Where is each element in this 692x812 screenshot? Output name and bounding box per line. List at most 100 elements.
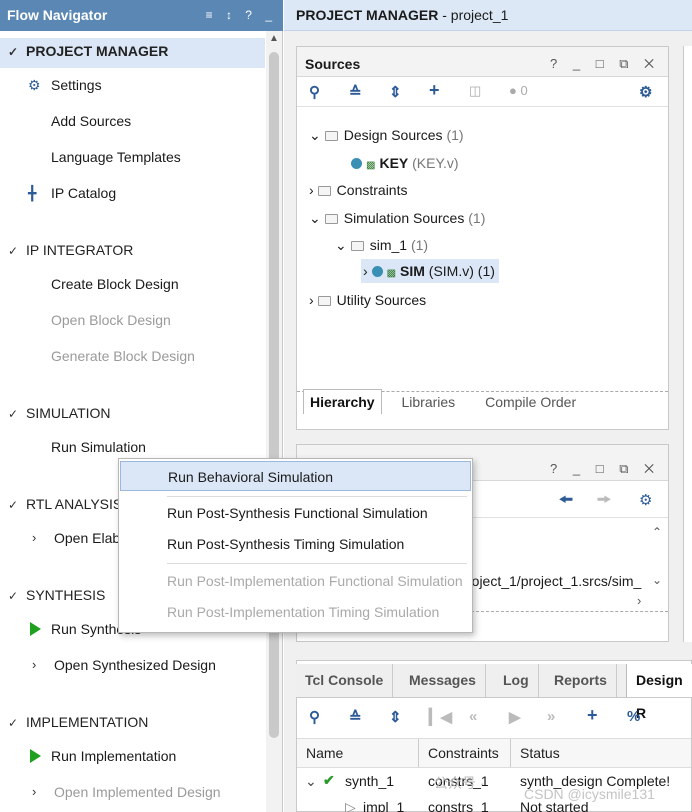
tree-count: (1) [446,127,464,143]
nav-open-elaborated-design[interactable]: Open Elab [54,530,120,546]
tab-reports[interactable]: Reports [545,664,617,697]
chevron-down-icon[interactable]: ⌄ [309,127,321,143]
section-synthesis[interactable]: ✓ SYNTHESIS [8,587,105,603]
scroll-down-icon[interactable]: ⌄ [652,573,662,587]
tab-compile-order[interactable]: Compile Order [485,394,576,410]
module-name: SIM [400,263,425,279]
chevron-down-icon: ✓ [8,407,19,421]
flow-navigator-title: Flow Navigator [7,7,108,23]
chevron-right-icon[interactable]: › [32,784,36,799]
properties-icon[interactable]: ◫ [469,83,481,99]
chevron-right-icon[interactable]: › [309,292,314,308]
tree-design-sources[interactable]: ⌄ Design Sources (1) [309,127,464,144]
section-project-manager[interactable]: ✓ PROJECT MANAGER [8,43,168,59]
section-rtl-analysis[interactable]: ✓ RTL ANALYSIS [8,496,122,512]
panel-window-controls[interactable]: ? _ □ ⧉ ✕ [550,451,660,487]
add-sources-icon[interactable]: + [429,80,440,101]
tab-log[interactable]: Log [494,664,539,697]
previous-icon[interactable]: « [469,708,477,725]
nav-open-synthesized-design[interactable]: Open Synthesized Design [54,657,216,673]
tab-libraries[interactable]: Libraries [401,394,455,410]
menu-run-post-synthesis-functional[interactable]: Run Post-Synthesis Functional Simulation [120,498,471,528]
sources-toolbar: ⚲ ≙ ⇕ + ◫ ● 0 ⚙ [297,77,668,107]
add-run-icon[interactable]: + [587,705,598,726]
tree-count: (1) [468,210,486,226]
header-title: PROJECT MANAGER [296,7,439,23]
scroll-up-icon[interactable]: ⌃ [652,525,662,539]
tab-messages[interactable]: Messages [400,664,486,697]
gear-icon[interactable]: ⚙ [639,491,652,509]
column-name[interactable]: Name [297,739,419,767]
nav-settings[interactable]: Settings [51,77,102,93]
error-status-icon: ● 0 [509,83,528,98]
folder-icon [350,241,364,251]
search-icon[interactable]: ⚲ [309,83,320,101]
menu-run-post-synthesis-timing[interactable]: Run Post-Synthesis Timing Simulation [120,529,471,559]
nav-run-implementation[interactable]: Run Implementation [51,748,176,764]
expand-all-icon[interactable]: ⇕ [389,83,402,101]
forward-arrow-icon[interactable]: 🠚 [597,489,611,516]
section-simulation[interactable]: ✓ SIMULATION [8,405,111,421]
chevron-right-icon[interactable]: ▷ [345,799,356,812]
tab-hierarchy[interactable]: Hierarchy [303,389,382,414]
tree-utility-sources[interactable]: › Utility Sources [309,292,426,308]
nav-language-templates[interactable]: Language Templates [51,149,181,165]
tab-tcl-console[interactable]: Tcl Console [296,664,394,697]
next-icon[interactable]: » [547,708,555,725]
tree-sim-1[interactable]: ⌄ sim_1 (1) [335,237,428,254]
module-file: (SIM.v) (1) [428,263,495,279]
simulation-context-menu: Run Behavioral Simulation Run Post-Synth… [118,458,473,633]
back-arrow-icon[interactable]: 🠘 [559,489,573,516]
hierarchy-icon: ▩ [366,160,376,171]
nav-run-simulation[interactable]: Run Simulation [51,439,146,455]
collapse-all-icon[interactable]: ≙ [349,708,362,726]
chevron-right-icon[interactable]: › [32,657,36,672]
chevron-down-icon[interactable]: ⌄ [335,237,347,253]
menu-run-behavioral-simulation[interactable]: Run Behavioral Simulation [120,461,471,491]
scroll-up-icon[interactable]: ▲ [269,33,279,44]
tree-label: Simulation Sources [343,210,465,226]
percent-icon[interactable]: % [627,708,640,725]
search-icon[interactable]: ⚲ [309,708,320,726]
tab-design-runs[interactable]: Design R [626,664,692,721]
nav-generate-block-design: Generate Block Design [51,348,195,364]
module-dot-icon [371,266,383,277]
section-ip-integrator[interactable]: ✓ IP INTEGRATOR [8,242,133,258]
expand-all-icon[interactable]: ⇕ [389,708,402,726]
chevron-right-icon[interactable]: › [309,182,314,198]
flow-navigator-title-bar: Flow Navigator ≡ ↕ ? _ [0,0,283,31]
chevron-right-icon[interactable]: › [363,263,368,279]
run-icon[interactable]: ▶ [509,708,521,726]
tree-sim-module[interactable]: › ▩ SIM (SIM.v) (1) [361,259,499,283]
tree-simulation-sources[interactable]: ⌄ Simulation Sources (1) [309,210,485,227]
nav-add-sources[interactable]: Add Sources [51,113,131,129]
tree-key-module[interactable]: ▩ KEY (KEY.v) [351,155,459,171]
chevron-right-icon[interactable]: › [32,530,36,545]
file-path-text: roject_1/project_1.srcs/sim_ [467,573,642,589]
section-label: SYNTHESIS [26,587,106,603]
nav-open-implemented-design: Open Implemented Design [54,784,221,800]
column-status[interactable]: Status [511,739,691,767]
collapse-all-icon[interactable]: ≙ [349,83,362,101]
sources-title: Sources [305,56,361,72]
column-constraints[interactable]: Constraints [419,739,511,767]
project-manager-header: PROJECT MANAGER - project_1 [284,0,692,31]
panel-window-controls[interactable]: ? _ □ ⧉ ✕ [550,47,660,81]
section-implementation[interactable]: ✓ IMPLEMENTATION [8,714,148,730]
folder-icon [324,131,338,141]
scroll-right-icon[interactable]: › [637,593,641,608]
tree-constraints[interactable]: › Constraints [309,182,407,198]
gear-icon[interactable]: ⚙ [639,83,652,101]
adjacent-panel-edge [683,46,692,642]
chevron-down-icon: ✓ [8,716,19,730]
nav-create-block-design[interactable]: Create Block Design [51,276,179,292]
design-runs-toolbar: ⚲ ≙ ⇕ ▎◀ « ▶ » + % [297,702,691,734]
chevron-down-icon[interactable]: ⌄ [309,210,321,226]
sources-tabs: Hierarchy Libraries Compile Order [303,389,576,414]
first-icon[interactable]: ▎◀ [429,708,452,726]
nav-ip-catalog[interactable]: IP Catalog [51,185,116,201]
flow-navigator-controls[interactable]: ≡ ↕ ? _ [206,0,277,31]
chevron-down-icon[interactable]: ⌄ [305,773,317,790]
hierarchy-icon: ▩ [386,268,397,279]
scrollbar-thumb[interactable] [269,52,279,738]
